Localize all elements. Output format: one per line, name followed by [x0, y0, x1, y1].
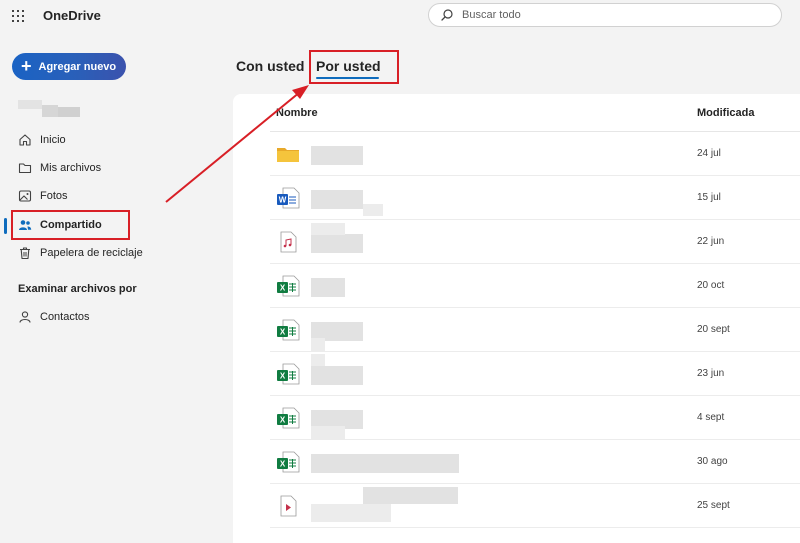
file-name-blurred: [311, 223, 345, 235]
file-name-blurred: [311, 234, 363, 253]
sidebar-item-label: Contactos: [40, 311, 90, 323]
file-name-blurred: [311, 278, 345, 297]
sidebar-item-label: Inicio: [40, 134, 66, 146]
image-icon: [18, 189, 32, 203]
tab-selected-underline: [316, 77, 379, 79]
browse-section-title: Examinar archivos por: [18, 283, 137, 295]
file-name-blurred: [311, 354, 325, 366]
modified-date: 4 sept: [697, 412, 725, 423]
modified-date: 30 ago: [697, 456, 728, 467]
tab-by-you[interactable]: Por usted: [316, 58, 381, 74]
column-header-name[interactable]: Nombre: [276, 107, 318, 119]
sidebar-item-contactos[interactable]: Contactos: [18, 307, 90, 327]
app-launcher-icon[interactable]: [12, 10, 24, 22]
excel-file-icon: X: [277, 319, 300, 341]
sidebar-item-papelera[interactable]: Papelera de reciclaje: [18, 243, 143, 263]
svg-text:W: W: [279, 196, 287, 205]
sidebar-item-fotos[interactable]: Fotos: [18, 186, 68, 206]
sidebar-item-compartido[interactable]: Compartido: [18, 215, 102, 235]
svg-text:X: X: [280, 372, 286, 381]
file-name-blurred: [311, 454, 459, 473]
modified-date: 20 oct: [697, 280, 725, 291]
audio-file-icon: [280, 231, 297, 253]
trash-icon: [18, 246, 32, 260]
file-name-blurred: [363, 204, 383, 216]
table-row[interactable]: 25 sept: [270, 484, 800, 528]
table-row[interactable]: X 30 ago: [270, 440, 800, 484]
svg-text:X: X: [280, 460, 286, 469]
search-input[interactable]: [462, 7, 762, 23]
file-name-blurred: [311, 366, 363, 385]
excel-file-icon: X: [277, 451, 300, 473]
modified-date: 15 jul: [697, 192, 721, 203]
app-title[interactable]: OneDrive: [43, 8, 101, 23]
svg-text:X: X: [280, 284, 286, 293]
add-new-label: Agregar nuevo: [38, 60, 117, 73]
table-row[interactable]: X 20 sept: [270, 308, 800, 352]
file-name-blurred: [311, 146, 363, 165]
table-row[interactable]: X 20 oct: [270, 264, 800, 308]
modified-date: 25 sept: [697, 500, 730, 511]
excel-file-icon: X: [277, 407, 300, 429]
folder-icon: [277, 148, 299, 162]
sidebar-item-label: Papelera de reciclaje: [40, 247, 143, 259]
file-name-blurred: [311, 338, 325, 352]
person-icon: [18, 310, 32, 324]
file-name-blurred: [363, 487, 458, 504]
search-icon: [441, 9, 453, 21]
file-name-blurred: [311, 190, 363, 209]
folder-icon: [18, 161, 32, 175]
sidebar-item-label: Mis archivos: [40, 162, 102, 174]
tab-with-you[interactable]: Con usted: [236, 58, 304, 74]
modified-date: 20 sept: [697, 324, 730, 335]
sidebar-item-label: Compartido: [40, 219, 102, 231]
file-name-blurred: [311, 426, 345, 440]
modified-date: 24 jul: [697, 148, 721, 159]
file-name-blurred: [311, 504, 391, 522]
sidebar-item-mis-archivos[interactable]: Mis archivos: [18, 158, 101, 178]
people-icon: [18, 218, 32, 232]
modified-date: 22 jun: [697, 236, 725, 247]
modified-date: 23 jun: [697, 368, 725, 379]
svg-text:X: X: [280, 328, 286, 337]
plus-icon: +: [21, 55, 32, 76]
sidebar-item-inicio[interactable]: Inicio: [18, 130, 66, 150]
column-header-modified[interactable]: Modificada: [697, 107, 754, 119]
search-box[interactable]: [428, 3, 782, 27]
top-bar: OneDrive: [0, 0, 800, 32]
table-row[interactable]: W 15 jul: [270, 176, 800, 220]
home-icon: [18, 133, 32, 147]
svg-text:X: X: [280, 416, 286, 425]
excel-file-icon: X: [277, 275, 300, 297]
table-row[interactable]: X 4 sept: [270, 396, 800, 440]
table-row[interactable]: X 23 jun: [270, 352, 800, 396]
table-row[interactable]: 24 jul: [270, 132, 800, 176]
video-file-icon: [280, 495, 297, 517]
word-file-icon: W: [277, 187, 300, 209]
account-name-blurred: [18, 100, 80, 118]
table-row[interactable]: 22 jun: [270, 220, 800, 264]
add-new-button[interactable]: + Agregar nuevo: [12, 53, 126, 80]
active-indicator: [4, 218, 7, 234]
excel-file-icon: X: [277, 363, 300, 385]
sidebar-item-label: Fotos: [40, 190, 68, 202]
